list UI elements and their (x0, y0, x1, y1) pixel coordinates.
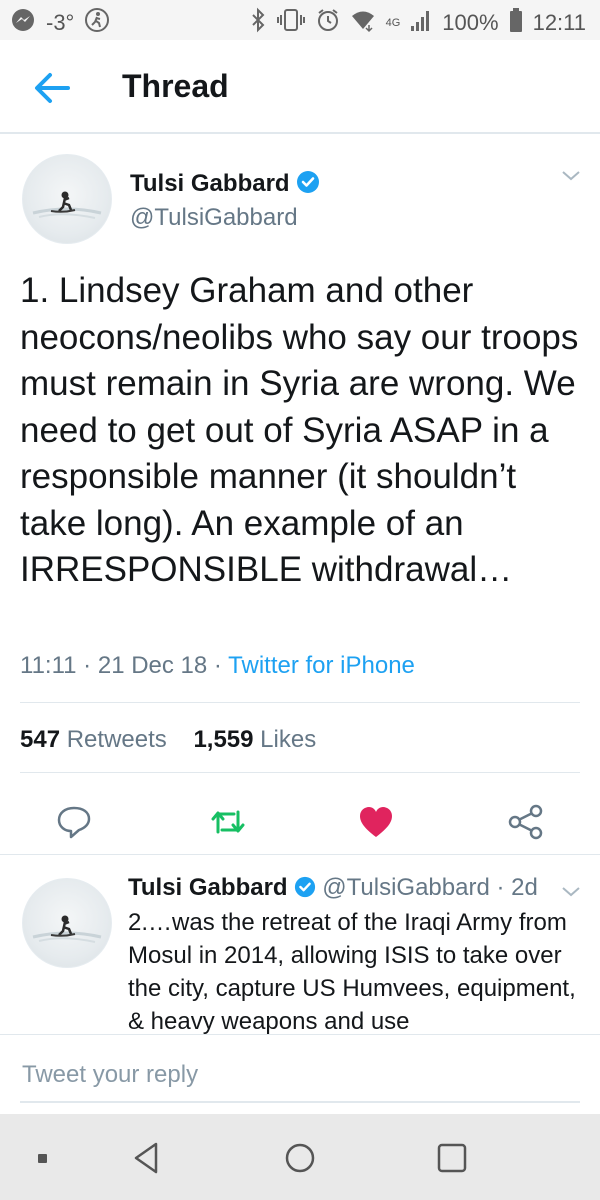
wifi-icon (350, 7, 376, 39)
network-type: 4G (385, 17, 401, 29)
share-button[interactable] (506, 802, 546, 842)
circle-home-icon (285, 1143, 315, 1173)
reply-handle[interactable]: @TulsiGabbard (322, 874, 490, 901)
reply-composer (0, 1034, 600, 1115)
battery-icon (509, 7, 523, 39)
main-tweet: Tulsi Gabbard @TulsiGabbard 1. Lindsey G… (0, 134, 600, 854)
likes-label: Likes (260, 726, 317, 753)
like-button[interactable] (356, 802, 396, 842)
retweets-stat[interactable]: 547 Retweets (20, 726, 167, 753)
dot-icon (38, 1154, 47, 1163)
author-name-text: Tulsi Gabbard (130, 170, 290, 197)
page-title: Thread (122, 68, 229, 104)
reply-age: 2d (511, 874, 538, 901)
home-nav-button[interactable] (278, 1136, 322, 1180)
reply-input[interactable] (20, 1055, 584, 1095)
reply-input-underline (20, 1101, 580, 1103)
tweet-source-link[interactable]: Twitter for iPhone (228, 652, 415, 679)
overview-nav-button[interactable] (430, 1136, 474, 1180)
chevron-down-icon (562, 887, 580, 897)
bluetooth-icon (250, 7, 266, 39)
vibrate-icon (276, 7, 306, 39)
app-bar: Thread (0, 40, 600, 134)
reply-tweet[interactable]: Tulsi Gabbard @TulsiGabbard · 2d 2.…was … (0, 854, 600, 1034)
triangle-back-icon (134, 1142, 158, 1174)
status-bar: -3° 4G 100% 12:11 (0, 0, 600, 40)
tweet-options-button[interactable] (560, 168, 582, 189)
likes-count: 1,559 (193, 726, 254, 753)
back-button[interactable] (30, 66, 74, 110)
reply-icon (57, 806, 91, 839)
chevron-down-icon (562, 171, 580, 181)
reply-text: 2.…was the retreat of the Iraqi Army fro… (128, 909, 576, 1034)
heart-icon (360, 807, 392, 837)
tweet-date: 21 Dec 18 (97, 652, 208, 679)
verified-badge-icon (296, 170, 320, 201)
temperature-text: -3° (46, 10, 75, 35)
recents-dot-button[interactable] (22, 1136, 66, 1180)
reply-author-name[interactable]: Tulsi Gabbard (128, 874, 288, 901)
author-name[interactable]: Tulsi Gabbard (130, 170, 320, 201)
alarm-icon (316, 7, 340, 39)
tweet-meta: 11:11 · 21 Dec 18 · Twitter for iPhone (20, 652, 415, 679)
reply-button[interactable] (54, 802, 94, 842)
likes-stat[interactable]: 1,559 Likes (193, 726, 316, 753)
retweets-count: 547 (20, 726, 61, 753)
share-icon (508, 804, 543, 840)
avatar[interactable] (22, 878, 112, 968)
signal-icon (410, 7, 432, 39)
clock: 12:11 (532, 10, 586, 35)
back-nav-button[interactable] (124, 1136, 168, 1180)
tweet-text: 1. Lindsey Graham and other neocons/neol… (20, 271, 579, 589)
retweet-button[interactable] (208, 802, 248, 842)
tweet-time: 11:11 (20, 652, 77, 679)
reply-options-button[interactable] (560, 884, 582, 905)
verified-badge-icon (294, 876, 316, 905)
divider (20, 702, 580, 703)
retweets-label: Retweets (66, 726, 167, 753)
activity-icon (84, 7, 110, 39)
reply-header: Tulsi Gabbard @TulsiGabbard · 2d (128, 874, 538, 905)
system-nav-bar (0, 1114, 600, 1200)
back-arrow-icon (35, 73, 70, 103)
square-overview-icon (437, 1143, 467, 1173)
battery-percent: 100% (442, 10, 499, 35)
messenger-icon (10, 7, 36, 39)
avatar[interactable] (22, 154, 112, 244)
tweet-actions (0, 794, 600, 854)
retweet-icon (211, 810, 245, 834)
tweet-stats: 547 Retweets 1,559 Likes (20, 726, 316, 754)
author-handle[interactable]: @TulsiGabbard (130, 204, 298, 232)
divider (20, 772, 580, 773)
